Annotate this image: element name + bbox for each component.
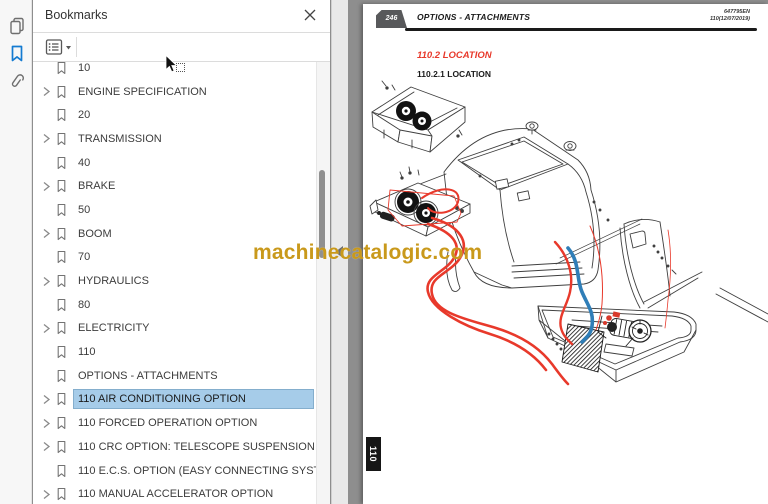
bookmark-item-label: TRANSMISSION	[78, 132, 162, 145]
bookmark-item-label: HYDRAULICS	[78, 275, 149, 288]
chapter-side-tab: 110	[366, 437, 381, 471]
bookmark-icon	[57, 251, 66, 264]
divider	[33, 32, 330, 33]
chevron-right-icon[interactable]	[40, 440, 53, 453]
subsection-heading: 110.2.1 LOCATION	[417, 69, 492, 79]
ac-location-diagram	[369, 80, 768, 386]
bookmark-item-label: 110	[78, 346, 96, 359]
bookmark-icon	[57, 227, 66, 240]
bookmark-icon	[57, 274, 66, 288]
bookmark-item[interactable]: 110 FORCED OPERATION OPTION	[33, 411, 316, 435]
bookmark-icon	[57, 417, 66, 430]
section-heading: 110.2 LOCATION	[417, 50, 492, 61]
chevron-right-icon[interactable]	[40, 417, 53, 430]
bookmark-item[interactable]: 110 AIR CONDITIONING OPTION	[33, 388, 316, 412]
bookmark-item-label: BOOM	[78, 227, 112, 240]
doc-ref-line2: 110(12/07/2019)	[710, 15, 750, 22]
bookmark-item[interactable]: TRANSMISSION	[33, 127, 316, 151]
bookmark-list: 10 ENGINE SPECIFICATION 20 TRANSMISSION	[33, 62, 316, 504]
bookmark-item-label: 110 CRC OPTION: TELESCOPE SUSPENSION	[78, 440, 315, 453]
bookmark-item[interactable]: 80	[33, 293, 316, 317]
bookmark-item[interactable]: OPTIONS - ATTACHMENTS	[33, 364, 316, 388]
bookmark-icon	[57, 369, 66, 382]
bookmark-item[interactable]: ELECTRICITY	[33, 317, 316, 341]
chevron-right-icon[interactable]	[40, 85, 53, 98]
bookmark-item[interactable]: BRAKE	[33, 174, 316, 198]
bookmark-list-inner: 10 ENGINE SPECIFICATION 20 TRANSMISSION	[33, 62, 316, 504]
bookmark-item-label: 110 AIR CONDITIONING OPTION	[73, 389, 314, 410]
bookmark-item[interactable]: 50	[33, 198, 316, 222]
bookmark-item[interactable]: 40	[33, 151, 316, 175]
bookmark-item-label: ENGINE SPECIFICATION	[78, 85, 207, 98]
close-panel-icon[interactable]	[303, 8, 317, 22]
chevron-right-icon[interactable]	[40, 322, 53, 335]
bookmark-options-icon[interactable]	[45, 38, 75, 57]
divider	[76, 37, 77, 57]
bookmark-item-label: 110 E.C.S. OPTION (EASY CONNECTING SYSTE…	[78, 464, 316, 477]
bookmark-item-label: 110 MANUAL ACCELERATOR OPTION	[78, 488, 274, 501]
bookmark-item-label: 20	[78, 109, 91, 122]
bookmarks-panel-icon[interactable]	[7, 44, 27, 64]
bookmark-icon	[57, 393, 66, 406]
bookmark-icon	[57, 440, 66, 453]
engine-bay-condenser-core	[561, 323, 605, 373]
bookmark-icon	[57, 109, 66, 122]
bookmark-item[interactable]: 110 E.C.S. OPTION (EASY CONNECTING SYSTE…	[33, 459, 316, 483]
bookmark-icon	[57, 346, 66, 359]
bookmark-item-label: ELECTRICITY	[78, 322, 150, 335]
bookmark-icon	[57, 180, 66, 193]
bookmark-icon	[57, 85, 66, 98]
bookmark-item[interactable]: HYDRAULICS	[33, 269, 316, 293]
bookmark-item-label: 80	[78, 298, 91, 311]
bookmark-item[interactable]: 20	[33, 103, 316, 127]
bookmark-item-label: OPTIONS - ATTACHMENTS	[78, 369, 218, 382]
bookmark-icon	[57, 132, 66, 145]
bookmark-item[interactable]: 110 CRC OPTION: TELESCOPE SUSPENSION	[33, 435, 316, 459]
selection-marquee-icon	[176, 63, 185, 72]
bookmark-icon	[57, 62, 66, 74]
watermark: machinecatalogic.com	[253, 241, 483, 264]
bookmark-item-label: 10	[78, 62, 91, 74]
bookmark-item-label: 50	[78, 203, 91, 216]
bookmark-item[interactable]: ENGINE SPECIFICATION	[33, 80, 316, 104]
bookmark-icon	[57, 156, 66, 169]
chevron-right-icon[interactable]	[40, 180, 53, 193]
attachments-paperclip-icon[interactable]	[7, 72, 27, 92]
panel-title: Bookmarks	[45, 8, 108, 22]
bookmark-item[interactable]: 110 MANUAL ACCELERATOR OPTION	[33, 482, 316, 504]
tool-rail	[0, 0, 32, 504]
header-rule	[405, 28, 757, 31]
bookmark-icon	[57, 488, 66, 501]
roof-evaporator-unit	[371, 80, 466, 153]
chevron-right-icon[interactable]	[40, 393, 53, 406]
page-thumbnails-icon[interactable]	[7, 16, 27, 36]
bookmark-item-label: 40	[78, 156, 91, 169]
bookmark-item[interactable]: 110	[33, 340, 316, 364]
bookmark-item-label: BRAKE	[78, 180, 116, 193]
document-reference: 647795EN 110(12/07/2019)	[640, 9, 750, 22]
panel-scrollbar[interactable]	[316, 62, 330, 504]
bookmark-item-label: 110 FORCED OPERATION OPTION	[78, 417, 258, 430]
chevron-right-icon[interactable]	[40, 227, 53, 240]
bookmark-icon	[57, 464, 66, 477]
page-header-title: OPTIONS - ATTACHMENTS	[417, 12, 531, 22]
bookmark-icon	[57, 322, 66, 335]
chevron-right-icon[interactable]	[40, 488, 53, 501]
chevron-right-icon[interactable]	[40, 275, 53, 288]
bookmark-icon	[57, 203, 66, 217]
bookmark-icon	[57, 298, 66, 311]
chevron-right-icon[interactable]	[40, 132, 53, 145]
